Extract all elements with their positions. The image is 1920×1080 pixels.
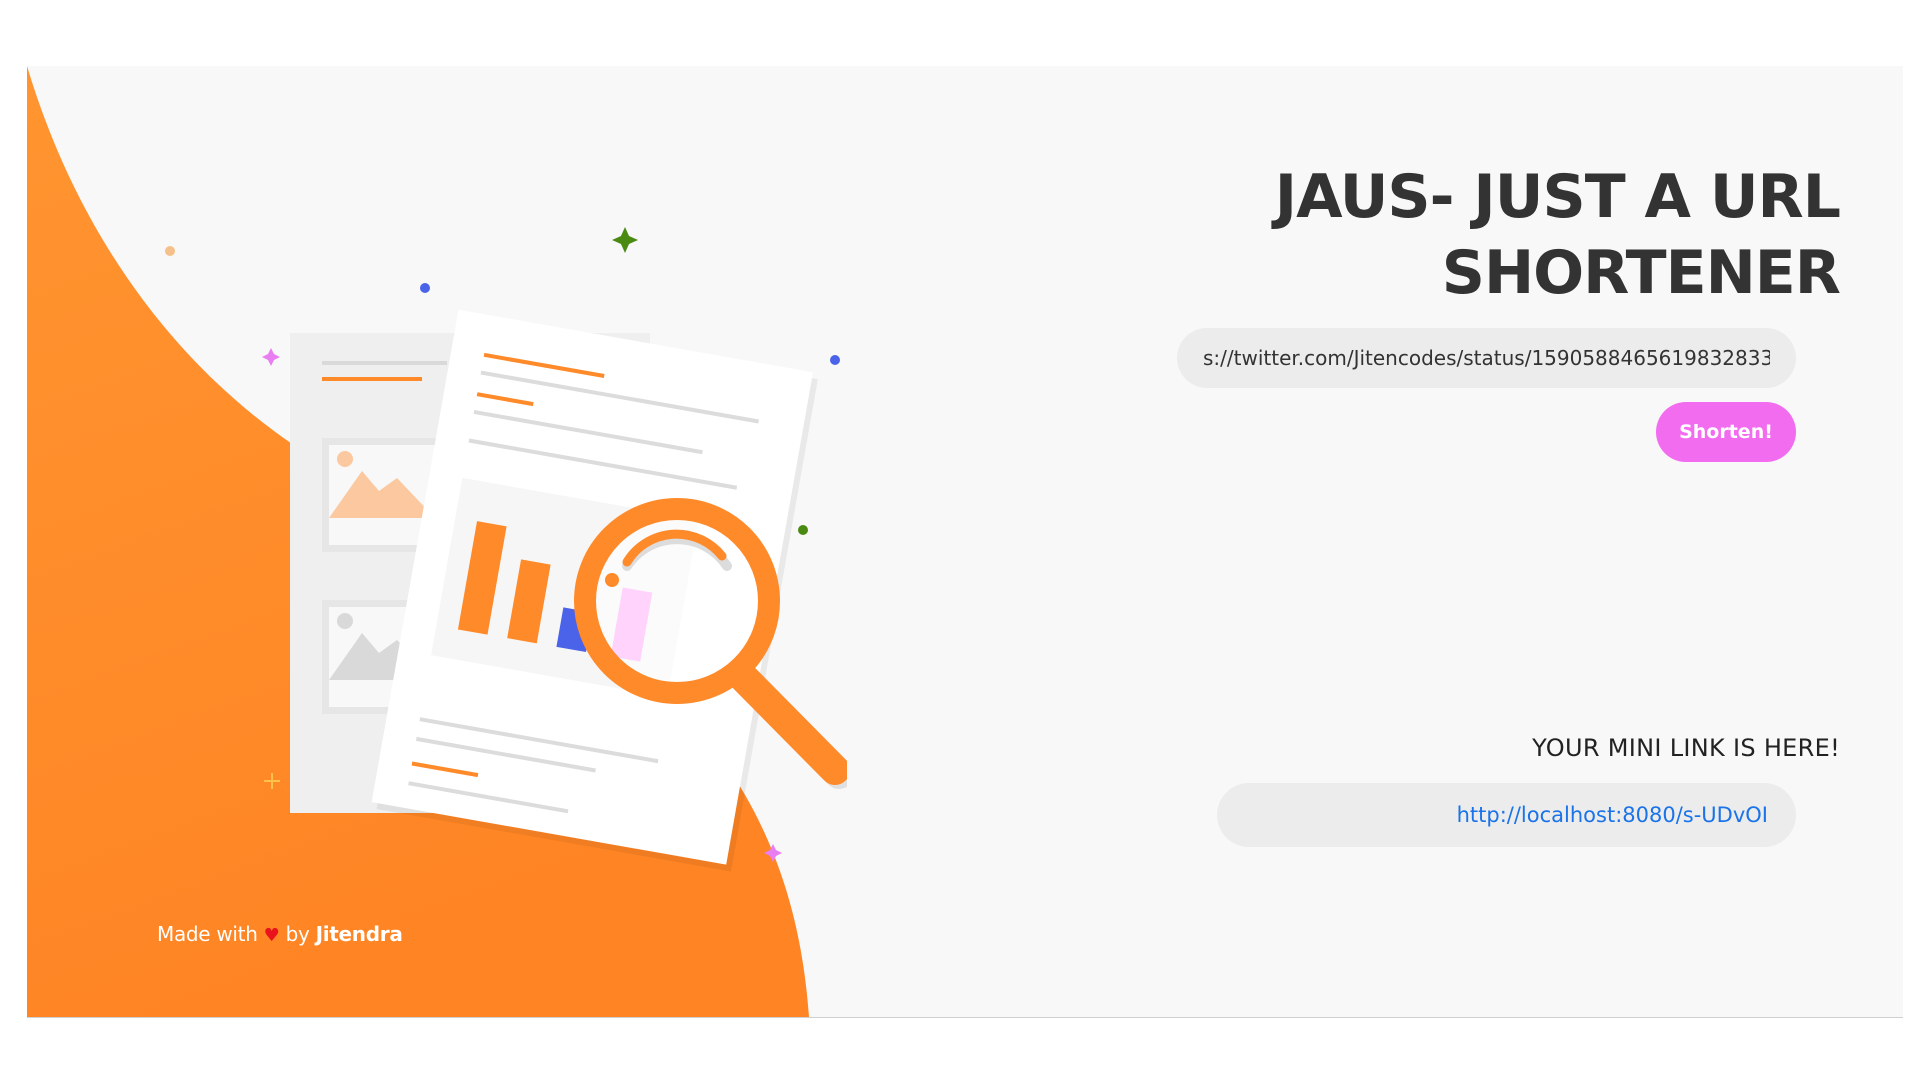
- page-title: JAUS- JUST A URL SHORTENER: [1274, 162, 1841, 308]
- url-input[interactable]: [1177, 328, 1796, 388]
- short-link[interactable]: http://localhost:8080/s-UDvOI: [1457, 803, 1768, 827]
- footer-credit: Made with ♥ by Jitendra: [157, 922, 403, 946]
- confetti-dot: [420, 283, 430, 293]
- heart-icon: ♥: [263, 925, 280, 946]
- shorten-button[interactable]: Shorten!: [1656, 402, 1796, 462]
- footer-prefix: Made with: [157, 922, 258, 946]
- footer-author: Jitendra: [315, 922, 403, 946]
- confetti-plus: [264, 773, 280, 789]
- confetti-dot: [830, 355, 840, 365]
- confetti-star: [612, 227, 638, 253]
- confetti-dot: [798, 525, 808, 535]
- document-search-illustration: [165, 227, 847, 872]
- footer-by: by: [285, 922, 310, 946]
- result-box: http://localhost:8080/s-UDvOI: [1217, 783, 1796, 847]
- confetti-dot: [165, 246, 175, 256]
- confetti-star: [764, 844, 782, 862]
- confetti-star: [262, 348, 280, 366]
- result-label: YOUR MINI LINK IS HERE!: [1532, 734, 1840, 762]
